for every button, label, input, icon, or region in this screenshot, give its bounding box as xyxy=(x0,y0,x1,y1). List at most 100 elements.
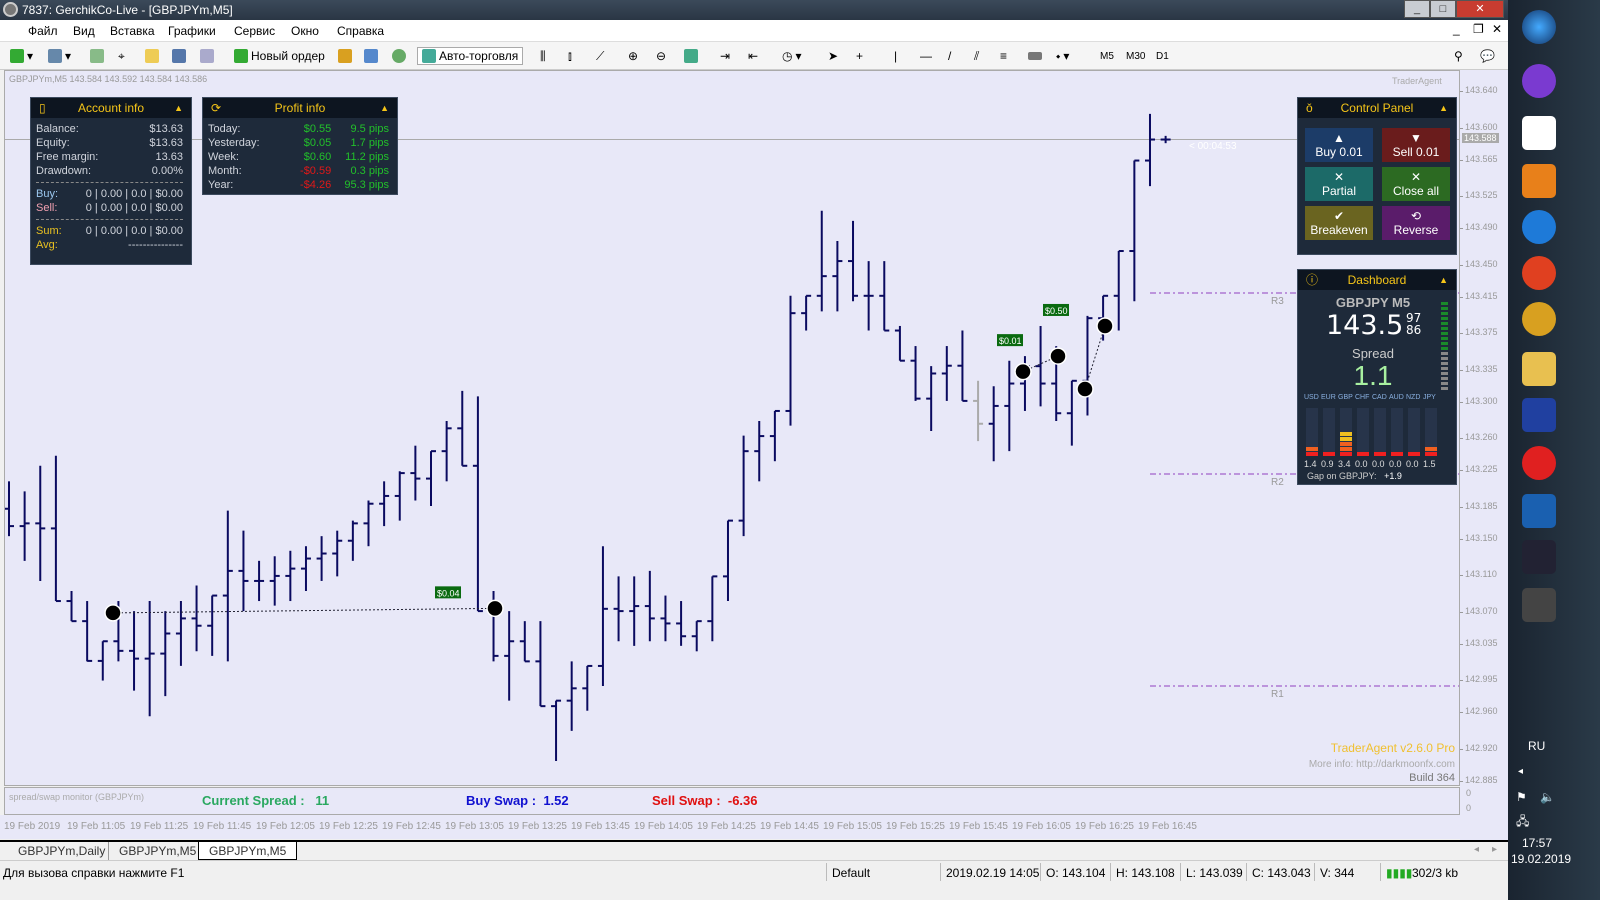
timeframe-d1[interactable]: D1 xyxy=(1156,47,1169,65)
app-gauge-icon[interactable] xyxy=(1522,588,1556,622)
trade-marker-icon[interactable] xyxy=(1014,362,1032,381)
timeframe-m30[interactable]: M30 xyxy=(1126,47,1145,65)
doc-minimize-button[interactable]: _ xyxy=(1453,22,1460,36)
ie-browser-icon[interactable] xyxy=(1522,210,1556,244)
tester-button[interactable] xyxy=(200,47,214,65)
text-label-tool[interactable] xyxy=(1028,47,1042,65)
cursor-tool[interactable]: ➤ xyxy=(828,47,838,65)
signals-button[interactable] xyxy=(364,47,378,65)
data-window-button[interactable]: ⌖ xyxy=(118,47,125,65)
profile-name[interactable]: Default xyxy=(832,866,870,880)
doc-close-button[interactable]: ✕ xyxy=(1492,22,1502,36)
app-orange-icon[interactable] xyxy=(1522,256,1556,290)
collapse-icon[interactable]: ▲ xyxy=(1439,270,1448,290)
channel-tool[interactable]: ⫽ xyxy=(974,47,979,65)
close-button[interactable]: ✕ xyxy=(1456,0,1504,18)
shapes-tool[interactable]: ⬩ ▾ xyxy=(1056,47,1069,65)
tab-gbpjpy-m5[interactable]: GBPJPYm,M5 xyxy=(108,842,206,860)
zoom-out-button[interactable]: ⊖ xyxy=(656,47,666,65)
skype-icon[interactable] xyxy=(1522,494,1556,528)
line-chart-button[interactable]: ⟋ xyxy=(596,47,604,65)
network-icon[interactable]: 🖧 xyxy=(1516,812,1529,833)
doc-restore-button[interactable]: ❐ xyxy=(1473,22,1484,36)
profit-info-header[interactable]: ⟳ Profit info ▲ xyxy=(203,98,397,118)
menu-file[interactable]: Файл xyxy=(28,24,58,38)
fibonacci-tool[interactable]: ≡ xyxy=(1000,47,1007,65)
file-explorer-icon[interactable] xyxy=(1522,352,1556,386)
dashboard-header[interactable]: ⓘ Dashboard ▲ xyxy=(1298,270,1456,290)
document-app-icon[interactable] xyxy=(1522,116,1556,150)
ohlc-bar xyxy=(332,530,343,577)
crosshair-tool[interactable]: + xyxy=(856,47,863,65)
horizontal-line-tool[interactable]: — xyxy=(920,47,932,65)
zoom-in-button[interactable]: ⊕ xyxy=(628,47,638,65)
media-player-icon[interactable] xyxy=(1522,164,1556,198)
market-watch-button[interactable] xyxy=(90,47,104,65)
trade-marker-icon[interactable] xyxy=(1076,380,1094,398)
time-axis[interactable]: 19 Feb 2019 19 Feb 11:05 19 Feb 11:25 19 Fe… xyxy=(0,815,1508,839)
maximize-button[interactable]: □ xyxy=(1430,0,1456,18)
vps-button[interactable] xyxy=(392,47,406,65)
buy-button[interactable]: ▲ Buy 0.01 xyxy=(1305,128,1373,162)
autoscroll-button[interactable]: ⇤ xyxy=(748,47,758,65)
speaker-icon[interactable]: 🔈 xyxy=(1540,790,1555,804)
sell-button[interactable]: ▼ Sell 0.01 xyxy=(1382,128,1450,162)
close-all-button[interactable]: ✕ Close all xyxy=(1382,167,1450,201)
tab-gbpjpy-m5-active[interactable]: GBPJPYm,M5 xyxy=(198,842,298,860)
reverse-button[interactable]: ⟲ Reverse xyxy=(1382,206,1450,240)
clock-time[interactable]: 17:57 xyxy=(1522,836,1552,850)
profiles-button[interactable]: ▾ xyxy=(48,47,71,65)
bar-chart-button[interactable]: ⫼ xyxy=(540,47,546,65)
trade-marker-icon[interactable] xyxy=(1096,317,1114,335)
menu-window[interactable]: Окно xyxy=(291,24,319,38)
start-button[interactable] xyxy=(1522,10,1556,44)
save-app-icon[interactable] xyxy=(1522,398,1556,432)
clock-date[interactable]: 19.02.2019 xyxy=(1511,852,1571,866)
new-order-button[interactable]: Новый ордер xyxy=(234,47,325,65)
search-button[interactable]: ⚲ xyxy=(1454,47,1463,65)
tab-scroll-right[interactable]: ▸ xyxy=(1492,844,1497,855)
more-info-link[interactable]: More info: http://darkmoonfx.com xyxy=(1309,759,1455,770)
trade-marker-icon[interactable] xyxy=(1049,347,1067,365)
vertical-line-tool[interactable]: | xyxy=(894,47,897,65)
control-panel-header[interactable]: ǒ Control Panel ▲ xyxy=(1298,98,1456,118)
trade-marker-icon[interactable] xyxy=(104,604,122,622)
minimize-button[interactable]: _ xyxy=(1404,0,1430,18)
menu-charts[interactable]: Графики xyxy=(168,24,216,38)
collapse-icon[interactable]: ▲ xyxy=(174,98,183,118)
mic-app-icon[interactable] xyxy=(1522,64,1556,98)
collapse-icon[interactable]: ▲ xyxy=(1439,98,1448,118)
trade-marker-icon[interactable] xyxy=(486,599,504,618)
menu-insert[interactable]: Вставка xyxy=(110,24,155,38)
language-indicator[interactable]: RU xyxy=(1528,739,1545,753)
tray-expand-icon[interactable]: ◂ xyxy=(1518,766,1523,777)
metaeditor-button[interactable] xyxy=(338,47,352,65)
autotrading-button[interactable]: Авто-торговля xyxy=(417,47,524,65)
trendline-tool[interactable]: / xyxy=(948,47,951,65)
app-wheel-icon[interactable] xyxy=(1522,302,1556,336)
menu-tools[interactable]: Сервис xyxy=(234,24,275,38)
candle-chart-button[interactable]: ⫾ xyxy=(568,47,572,65)
yandex-browser-icon[interactable] xyxy=(1522,446,1556,480)
menu-help[interactable]: Справка xyxy=(337,24,384,38)
action-center-flag-icon[interactable]: ⚑ xyxy=(1516,790,1527,804)
tab-scroll-left[interactable]: ◂ xyxy=(1474,844,1479,855)
account-info-header[interactable]: ▯ Account info ▲ xyxy=(31,98,191,118)
collapse-icon[interactable]: ▲ xyxy=(380,98,389,118)
partial-close-button[interactable]: ✕ Partial xyxy=(1305,167,1373,201)
chart-shift-button[interactable]: ⇥ xyxy=(720,47,730,65)
menu-view[interactable]: Вид xyxy=(73,24,95,38)
bar-timer: < 00:04:53 xyxy=(1189,141,1237,152)
new-chart-button[interactable]: ▾ xyxy=(10,47,33,65)
timeframe-m5[interactable]: M5 xyxy=(1100,47,1114,65)
tab-gbpjpy-daily[interactable]: GBPJPYm,Daily xyxy=(8,842,115,860)
periods-button[interactable]: ◷ ▾ xyxy=(782,47,802,65)
terminal-button[interactable] xyxy=(172,47,186,65)
metatrader-icon[interactable] xyxy=(1522,540,1556,574)
price-chart[interactable]: R3 R2 R1 $0.04 $0.01 $0.50 GBPJPYm,M5 143.584… xyxy=(4,70,1460,786)
chat-button[interactable]: 💬 xyxy=(1480,47,1495,65)
tile-windows-button[interactable] xyxy=(684,47,698,65)
breakeven-button[interactable]: ✔ Breakeven xyxy=(1305,206,1373,240)
price-axis[interactable]: 143.640 143.600 143.565 143.525 143.490 143.4… xyxy=(1460,70,1508,840)
navigator-button[interactable] xyxy=(145,47,159,65)
